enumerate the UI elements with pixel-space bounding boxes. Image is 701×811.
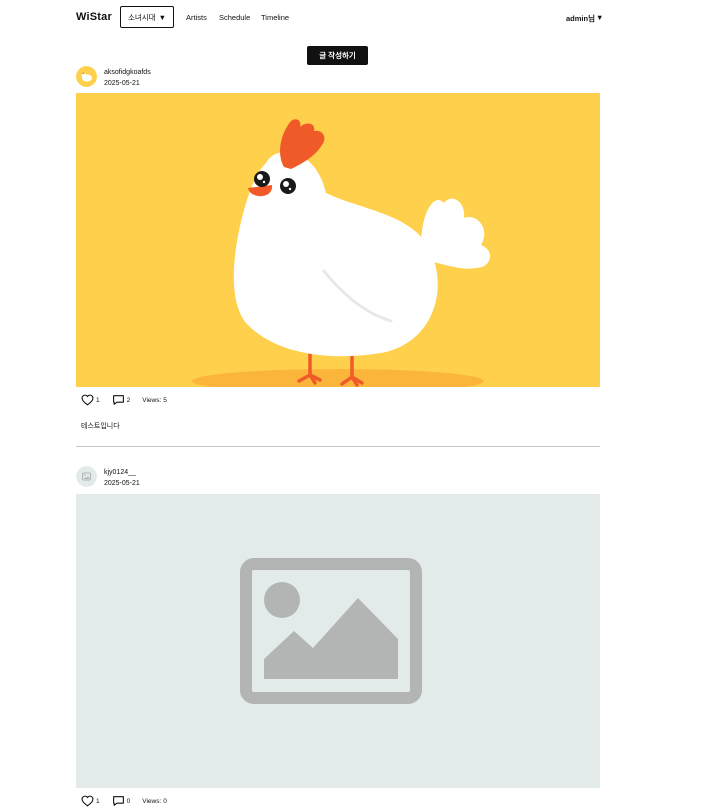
avatar[interactable] <box>76 66 97 87</box>
view-count: Views: 5 <box>142 397 167 404</box>
top-navbar: WiStar 소녀시대 ▼ Artists Schedule Timeline … <box>0 0 701 36</box>
views-label: Views: <box>142 396 162 404</box>
nav-schedule[interactable]: Schedule <box>219 13 250 22</box>
user-menu-label: admin님 <box>566 14 595 23</box>
image-placeholder-icon <box>76 466 97 487</box>
post-author[interactable]: kjy0124__ <box>104 468 140 477</box>
nav-artists[interactable]: Artists <box>186 13 207 22</box>
chicken-avatar-icon <box>76 66 97 87</box>
heart-icon <box>81 795 94 807</box>
chevron-down-icon: ▼ <box>596 13 604 22</box>
post-image[interactable] <box>76 93 600 387</box>
post-actions: 1 2 Views: 5 <box>81 394 167 406</box>
write-post-button[interactable]: 글 작성하기 <box>307 46 368 65</box>
like-button[interactable]: 1 <box>81 795 100 807</box>
like-count: 1 <box>96 797 100 805</box>
comment-icon <box>112 796 124 806</box>
avatar[interactable] <box>76 466 97 487</box>
like-button[interactable]: 1 <box>81 394 100 406</box>
artist-select-value: 소녀시대 <box>127 12 156 22</box>
post-header: aksofidgkoafds 2025-05-21 <box>76 66 151 88</box>
view-count: Views: 0 <box>142 798 167 805</box>
chevron-down-icon: ▼ <box>158 12 167 22</box>
comment-count: 2 <box>126 396 131 404</box>
post-author[interactable]: aksofidgkoafds <box>104 68 151 77</box>
views-label: Views: <box>142 797 162 805</box>
artist-select[interactable]: 소녀시대 ▼ <box>120 6 174 28</box>
post-date: 2025-05-21 <box>104 80 140 87</box>
comment-button[interactable]: 0 <box>112 795 131 807</box>
image-placeholder-icon <box>76 494 600 788</box>
comment-button[interactable]: 2 <box>112 394 131 406</box>
comment-count: 0 <box>126 797 131 805</box>
chicken-illustration <box>76 93 600 387</box>
post-content: 테스트입니다 <box>81 423 120 430</box>
post-divider <box>76 446 600 447</box>
views-value: 0 <box>163 797 167 805</box>
post-date: 2025-05-21 <box>104 480 140 487</box>
comment-icon <box>112 395 124 405</box>
heart-icon <box>81 394 94 406</box>
logo[interactable]: WiStar <box>76 11 112 23</box>
post-header: kjy0124__ 2025-05-21 <box>76 466 140 488</box>
post-actions: 1 0 Views: 0 <box>81 795 167 807</box>
post-image[interactable] <box>76 494 600 788</box>
nav-timeline[interactable]: Timeline <box>261 13 289 22</box>
like-count: 1 <box>96 396 100 404</box>
user-menu[interactable]: admin님 ▼ <box>566 13 603 24</box>
views-value: 5 <box>163 396 167 404</box>
